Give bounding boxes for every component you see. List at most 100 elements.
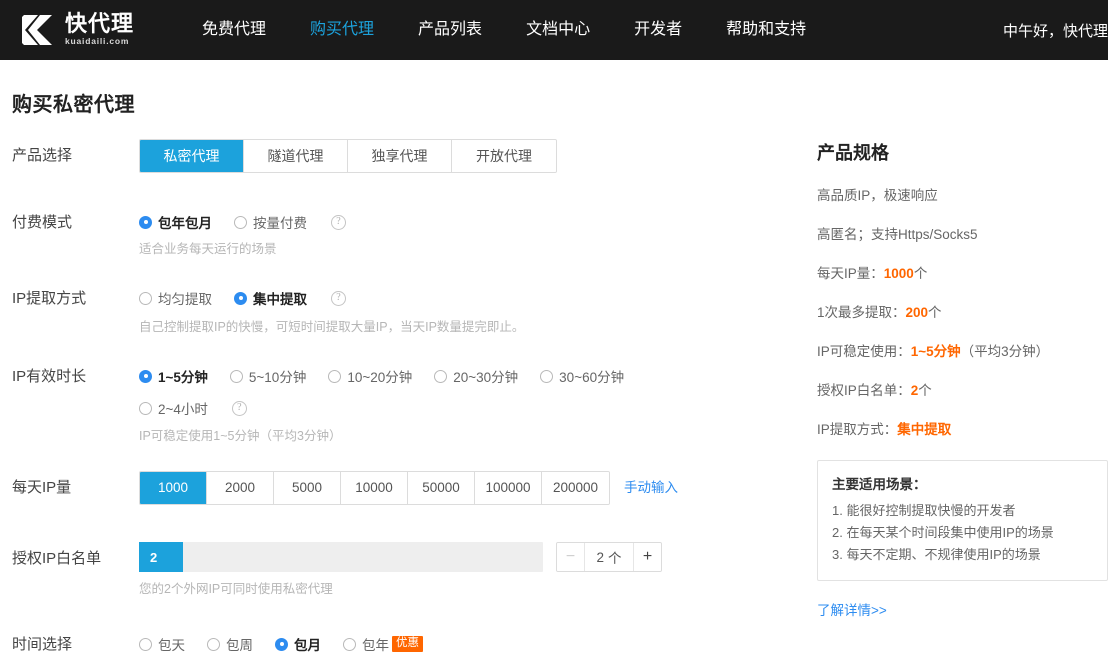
nav-item-buy-proxy[interactable]: 购买代理	[288, 0, 396, 60]
ip-duration-option-1-5min[interactable]: 1~5分钟	[139, 366, 208, 386]
product-tab-tunnel[interactable]: 隧道代理	[244, 140, 348, 172]
question-mark-icon[interactable]: ?	[231, 400, 247, 416]
daily-ip-tab-group: 1000 2000 5000 10000 50000 100000 200000	[139, 471, 610, 505]
billing-option-yearly-monthly[interactable]: 包年包月	[139, 212, 212, 232]
manual-input-link[interactable]: 手动输入	[624, 472, 678, 504]
ip-duration-option-2-4hour[interactable]: 2~4小时	[139, 398, 208, 418]
billing-hint: 适合业务每天运行的场景	[139, 242, 277, 256]
use-case-box: 主要适用场景： 1. 能很好控制提取快慢的开发者 2. 在每天某个时间段集中使用…	[817, 460, 1108, 581]
ip-duration-option-20-30min[interactable]: 20~30分钟	[434, 366, 518, 386]
spec-extract-mode-prefix: IP提取方式：	[817, 422, 898, 437]
radio-dot-icon	[139, 637, 152, 651]
time-option-monthly[interactable]: 包月	[275, 634, 321, 653]
daily-ip-tab-1000[interactable]: 1000	[140, 472, 207, 504]
radio-dot-icon	[139, 401, 152, 415]
ip-duration-option-label: 5~10分钟	[248, 370, 307, 385]
ip-duration-hint: IP可稳定使用1~5分钟（平均3分钟）	[139, 429, 342, 443]
spec-extract-mode: IP提取方式：集中提取	[817, 421, 1108, 439]
label-ip-duration: IP有效时长	[12, 368, 87, 385]
whitelist-slider[interactable]: 2	[139, 542, 543, 572]
daily-ip-tab-10000[interactable]: 10000	[341, 472, 408, 504]
nav-item-product-list[interactable]: 产品列表	[396, 0, 504, 60]
stepper-unit: 个	[608, 551, 622, 566]
stepper-increment-button[interactable]: +	[633, 543, 661, 571]
ip-duration-option-label: 30~60分钟	[559, 370, 625, 385]
extract-mode-option-even[interactable]: 均匀提取	[139, 288, 212, 308]
product-tab-open[interactable]: 开放代理	[452, 140, 556, 172]
time-option-daily[interactable]: 包天	[139, 634, 185, 653]
label-product: 产品选择	[12, 147, 73, 164]
stepper-value: 2	[596, 549, 604, 565]
billing-option-label: 包年包月	[158, 216, 212, 231]
time-option-yearly[interactable]: 包年 优惠	[343, 634, 423, 653]
learn-more-link[interactable]: 了解详情>>	[817, 599, 887, 619]
billing-option-pay-as-you-go[interactable]: 按量付费	[234, 212, 307, 232]
page-body: 购买私密代理 产品选择 私密代理 隧道代理 独享代理 开放代理 付费模式 包年包…	[0, 88, 1108, 653]
ip-duration-radio-group-row1: 1~5分钟 5~10分钟 10~20分钟 20~30分钟 30~60分钟	[139, 360, 805, 390]
form-row-daily-ip: 每天IP量 1000 2000 5000 10000 50000 100000 …	[12, 471, 805, 505]
spec-quality: 高品质IP，极速响应	[817, 188, 938, 203]
radio-dot-icon	[434, 369, 448, 383]
nav-item-help-support[interactable]: 帮助和支持	[704, 0, 828, 60]
label-time-select: 时间选择	[12, 636, 73, 653]
nav-item-free-proxy[interactable]: 免费代理	[180, 0, 288, 60]
stepper-decrement-button[interactable]: −	[557, 543, 585, 571]
ip-duration-option-label: 2~4小时	[158, 402, 208, 417]
use-case-item: 2. 在每天某个时间段集中使用IP的场景	[832, 525, 1054, 540]
daily-ip-tab-100000[interactable]: 100000	[475, 472, 542, 504]
nav-item-developer[interactable]: 开发者	[612, 0, 704, 60]
nav-item-docs[interactable]: 文档中心	[504, 0, 612, 60]
product-spec-panel: 产品规格 高品质IP，极速响应 高匿名；支持Https/Socks5 每天IP量…	[805, 117, 1108, 653]
spec-daily-ip-suffix: 个	[913, 266, 928, 281]
extract-mode-option-label: 集中提取	[253, 292, 307, 307]
whitelist-slider-fill[interactable]: 2	[139, 542, 183, 572]
billing-radio-group: 包年包月 按量付费 ?	[139, 206, 805, 236]
ip-duration-option-10-20min[interactable]: 10~20分钟	[328, 366, 412, 386]
time-option-label: 包天	[158, 638, 185, 653]
user-greeting[interactable]: 中午好，快代理	[1003, 20, 1108, 41]
label-billing: 付费模式	[12, 214, 73, 231]
spec-max-extract-suffix: 个	[928, 305, 942, 320]
time-option-weekly[interactable]: 包周	[207, 634, 253, 653]
stepper-value-display: 2 个	[585, 543, 633, 571]
ip-duration-option-30-60min[interactable]: 30~60分钟	[540, 366, 624, 386]
product-tab-dedicated[interactable]: 独享代理	[348, 140, 452, 172]
use-case-title: 主要适用场景：	[832, 477, 927, 492]
ip-duration-option-label: 10~20分钟	[347, 370, 413, 385]
site-logo[interactable]: 快代理 kuaidaili.com	[22, 0, 134, 60]
radio-dot-icon	[207, 637, 220, 651]
daily-ip-tab-5000[interactable]: 5000	[274, 472, 341, 504]
radio-dot-icon	[540, 369, 554, 383]
daily-ip-tab-50000[interactable]: 50000	[408, 472, 475, 504]
purchase-form: 产品选择 私密代理 隧道代理 独享代理 开放代理 付费模式 包年包月 按量付费 …	[0, 117, 805, 653]
product-tab-private[interactable]: 私密代理	[140, 140, 244, 172]
form-row-whitelist: 授权IP白名单 2 − 2 个 + 您的2个外网IP可同时使用私密代理	[12, 542, 805, 598]
billing-option-label: 按量付费	[253, 216, 307, 231]
question-mark-icon[interactable]: ?	[331, 214, 346, 230]
extract-mode-option-concentrated[interactable]: 集中提取	[234, 288, 307, 308]
ip-duration-radio-group-row2: 2~4小时 ?	[139, 392, 805, 422]
logo-k-icon	[22, 13, 58, 47]
page-title: 购买私密代理	[12, 94, 135, 116]
spec-stable-duration-prefix: IP可稳定使用：	[817, 344, 911, 359]
label-extract-mode: IP提取方式	[12, 290, 87, 307]
time-option-label: 包周	[226, 638, 253, 653]
ip-duration-option-5-10min[interactable]: 5~10分钟	[229, 366, 307, 386]
logo-text-cn: 快代理	[65, 11, 135, 36]
use-case-item: 3. 每天不定期、不规律使用IP的场景	[832, 547, 1041, 562]
daily-ip-tab-200000[interactable]: 200000	[542, 472, 609, 504]
whitelist-control: 2 − 2 个 +	[139, 542, 805, 572]
extract-mode-option-label: 均匀提取	[158, 292, 212, 307]
extract-mode-hint: 自己控制提取IP的快慢，可短时间提取大量IP，当天IP数量提完即止。	[139, 320, 525, 334]
form-row-time-select: 时间选择 包天 包周 包月 包年 优惠	[12, 628, 805, 653]
content-area: 产品选择 私密代理 隧道代理 独享代理 开放代理 付费模式 包年包月 按量付费 …	[0, 117, 1108, 653]
discount-badge: 优惠	[392, 636, 423, 652]
time-select-radio-group: 包天 包周 包月 包年 优惠	[139, 628, 805, 653]
question-mark-icon[interactable]: ?	[331, 290, 346, 306]
radio-dot-icon	[139, 215, 152, 229]
form-row-product: 产品选择 私密代理 隧道代理 独享代理 开放代理	[12, 139, 805, 173]
radio-dot-icon	[229, 369, 243, 383]
daily-ip-tab-2000[interactable]: 2000	[207, 472, 274, 504]
ip-duration-option-label: 1~5分钟	[158, 370, 208, 385]
radio-dot-icon	[139, 291, 152, 305]
